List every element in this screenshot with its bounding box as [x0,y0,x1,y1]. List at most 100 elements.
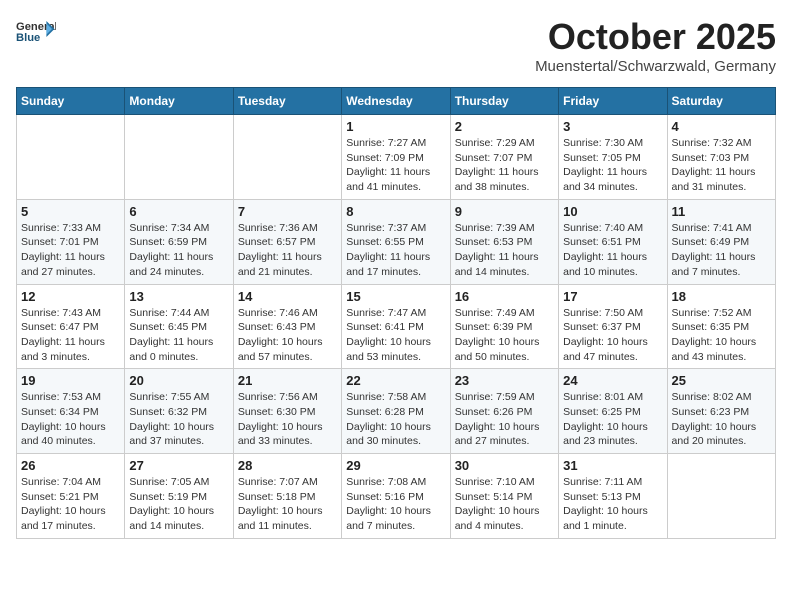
day-number: 25 [672,373,771,388]
day-info: Sunrise: 7:05 AM Sunset: 5:19 PM Dayligh… [129,475,228,534]
calendar-cell: 20 Sunrise: 7:55 AM Sunset: 6:32 PM Dayli… [125,369,233,454]
day-number: 17 [563,289,662,304]
calendar-cell [233,115,341,200]
calendar-cell: 27 Sunrise: 7:05 AM Sunset: 5:19 PM Dayli… [125,454,233,539]
calendar-cell: 25 Sunrise: 8:02 AM Sunset: 6:23 PM Dayli… [667,369,775,454]
day-info: Sunrise: 7:46 AM Sunset: 6:43 PM Dayligh… [238,306,337,365]
calendar-week-row: 1 Sunrise: 7:27 AM Sunset: 7:09 PM Daylig… [17,115,776,200]
calendar-cell: 10 Sunrise: 7:40 AM Sunset: 6:51 PM Dayli… [559,199,667,284]
calendar-header-tuesday: Tuesday [233,88,341,115]
day-info: Sunrise: 7:40 AM Sunset: 6:51 PM Dayligh… [563,221,662,280]
calendar-week-row: 26 Sunrise: 7:04 AM Sunset: 5:21 PM Dayli… [17,454,776,539]
day-number: 28 [238,458,337,473]
day-info: Sunrise: 7:37 AM Sunset: 6:55 PM Dayligh… [346,221,445,280]
calendar-cell [667,454,775,539]
calendar-cell: 26 Sunrise: 7:04 AM Sunset: 5:21 PM Dayli… [17,454,125,539]
calendar-cell: 16Sunrise: 7:49 AM Sunset: 6:39 PM Dayli… [450,284,558,369]
day-number: 8 [346,204,445,219]
day-number: 16 [455,289,554,304]
page-header: General Blue October 2025 Muenstertal/Sc… [16,16,776,75]
day-number: 4 [672,119,771,134]
calendar-cell: 28 Sunrise: 7:07 AM Sunset: 5:18 PM Dayli… [233,454,341,539]
day-info: Sunrise: 7:29 AM Sunset: 7:07 PM Dayligh… [455,136,554,195]
location: Muenstertal/Schwarzwald, Germany [535,58,776,75]
day-info: Sunrise: 7:34 AM Sunset: 6:59 PM Dayligh… [129,221,228,280]
day-info: Sunrise: 7:44 AM Sunset: 6:45 PM Dayligh… [129,306,228,365]
calendar-cell: 18Sunrise: 7:52 AM Sunset: 6:35 PM Dayli… [667,284,775,369]
calendar-week-row: 5 Sunrise: 7:33 AM Sunset: 7:01 PM Daylig… [17,199,776,284]
calendar-header-wednesday: Wednesday [342,88,450,115]
calendar-cell: 1 Sunrise: 7:27 AM Sunset: 7:09 PM Daylig… [342,115,450,200]
day-info: Sunrise: 7:41 AM Sunset: 6:49 PM Dayligh… [672,221,771,280]
day-number: 10 [563,204,662,219]
day-number: 31 [563,458,662,473]
day-number: 11 [672,204,771,219]
calendar-cell [125,115,233,200]
day-info: Sunrise: 7:39 AM Sunset: 6:53 PM Dayligh… [455,221,554,280]
calendar-cell: 13 Sunrise: 7:44 AM Sunset: 6:45 PM Dayli… [125,284,233,369]
calendar-header-thursday: Thursday [450,88,558,115]
day-info: Sunrise: 7:11 AM Sunset: 5:13 PM Dayligh… [563,475,662,534]
calendar-cell: 21Sunrise: 7:56 AM Sunset: 6:30 PM Dayli… [233,369,341,454]
day-info: Sunrise: 7:07 AM Sunset: 5:18 PM Dayligh… [238,475,337,534]
day-number: 13 [129,289,228,304]
month-title: October 2025 [535,16,776,58]
day-info: Sunrise: 7:58 AM Sunset: 6:28 PM Dayligh… [346,390,445,449]
day-number: 6 [129,204,228,219]
day-number: 2 [455,119,554,134]
calendar-week-row: 12 Sunrise: 7:43 AM Sunset: 6:47 PM Dayli… [17,284,776,369]
day-number: 26 [21,458,120,473]
calendar-header-monday: Monday [125,88,233,115]
title-block: October 2025 Muenstertal/Schwarzwald, Ge… [535,16,776,75]
day-number: 14 [238,289,337,304]
calendar-cell: 11 Sunrise: 7:41 AM Sunset: 6:49 PM Dayli… [667,199,775,284]
calendar-cell: 9 Sunrise: 7:39 AM Sunset: 6:53 PM Daylig… [450,199,558,284]
day-info: Sunrise: 7:47 AM Sunset: 6:41 PM Dayligh… [346,306,445,365]
calendar-cell: 15 Sunrise: 7:47 AM Sunset: 6:41 PM Dayli… [342,284,450,369]
day-info: Sunrise: 7:36 AM Sunset: 6:57 PM Dayligh… [238,221,337,280]
calendar-cell: 30Sunrise: 7:10 AM Sunset: 5:14 PM Dayli… [450,454,558,539]
day-number: 29 [346,458,445,473]
calendar-cell: 6 Sunrise: 7:34 AM Sunset: 6:59 PM Daylig… [125,199,233,284]
day-number: 22 [346,373,445,388]
calendar-cell: 8 Sunrise: 7:37 AM Sunset: 6:55 PM Daylig… [342,199,450,284]
day-info: Sunrise: 7:43 AM Sunset: 6:47 PM Dayligh… [21,306,120,365]
logo-icon: General Blue [16,16,56,46]
calendar-header-saturday: Saturday [667,88,775,115]
day-info: Sunrise: 8:01 AM Sunset: 6:25 PM Dayligh… [563,390,662,449]
day-info: Sunrise: 8:02 AM Sunset: 6:23 PM Dayligh… [672,390,771,449]
day-number: 27 [129,458,228,473]
day-number: 20 [129,373,228,388]
calendar-table: SundayMondayTuesdayWednesdayThursdayFrid… [16,87,776,539]
calendar-cell: 14 Sunrise: 7:46 AM Sunset: 6:43 PM Dayli… [233,284,341,369]
day-info: Sunrise: 7:59 AM Sunset: 6:26 PM Dayligh… [455,390,554,449]
calendar-cell: 2 Sunrise: 7:29 AM Sunset: 7:07 PM Daylig… [450,115,558,200]
calendar-header-friday: Friday [559,88,667,115]
day-number: 5 [21,204,120,219]
calendar-cell: 4 Sunrise: 7:32 AM Sunset: 7:03 PM Daylig… [667,115,775,200]
calendar-week-row: 19Sunrise: 7:53 AM Sunset: 6:34 PM Dayli… [17,369,776,454]
day-info: Sunrise: 7:27 AM Sunset: 7:09 PM Dayligh… [346,136,445,195]
day-number: 15 [346,289,445,304]
day-number: 23 [455,373,554,388]
calendar-cell: 5 Sunrise: 7:33 AM Sunset: 7:01 PM Daylig… [17,199,125,284]
day-number: 3 [563,119,662,134]
day-info: Sunrise: 7:10 AM Sunset: 5:14 PM Dayligh… [455,475,554,534]
day-info: Sunrise: 7:55 AM Sunset: 6:32 PM Dayligh… [129,390,228,449]
calendar-cell: 22 Sunrise: 7:58 AM Sunset: 6:28 PM Dayli… [342,369,450,454]
day-number: 9 [455,204,554,219]
day-number: 7 [238,204,337,219]
day-info: Sunrise: 7:32 AM Sunset: 7:03 PM Dayligh… [672,136,771,195]
calendar-cell [17,115,125,200]
day-info: Sunrise: 7:30 AM Sunset: 7:05 PM Dayligh… [563,136,662,195]
svg-text:Blue: Blue [16,32,40,44]
day-info: Sunrise: 7:33 AM Sunset: 7:01 PM Dayligh… [21,221,120,280]
logo: General Blue [16,16,56,46]
day-number: 12 [21,289,120,304]
calendar-cell: 24Sunrise: 8:01 AM Sunset: 6:25 PM Dayli… [559,369,667,454]
calendar-cell: 7 Sunrise: 7:36 AM Sunset: 6:57 PM Daylig… [233,199,341,284]
day-info: Sunrise: 7:04 AM Sunset: 5:21 PM Dayligh… [21,475,120,534]
calendar-cell: 12 Sunrise: 7:43 AM Sunset: 6:47 PM Dayli… [17,284,125,369]
day-number: 19 [21,373,120,388]
day-number: 1 [346,119,445,134]
